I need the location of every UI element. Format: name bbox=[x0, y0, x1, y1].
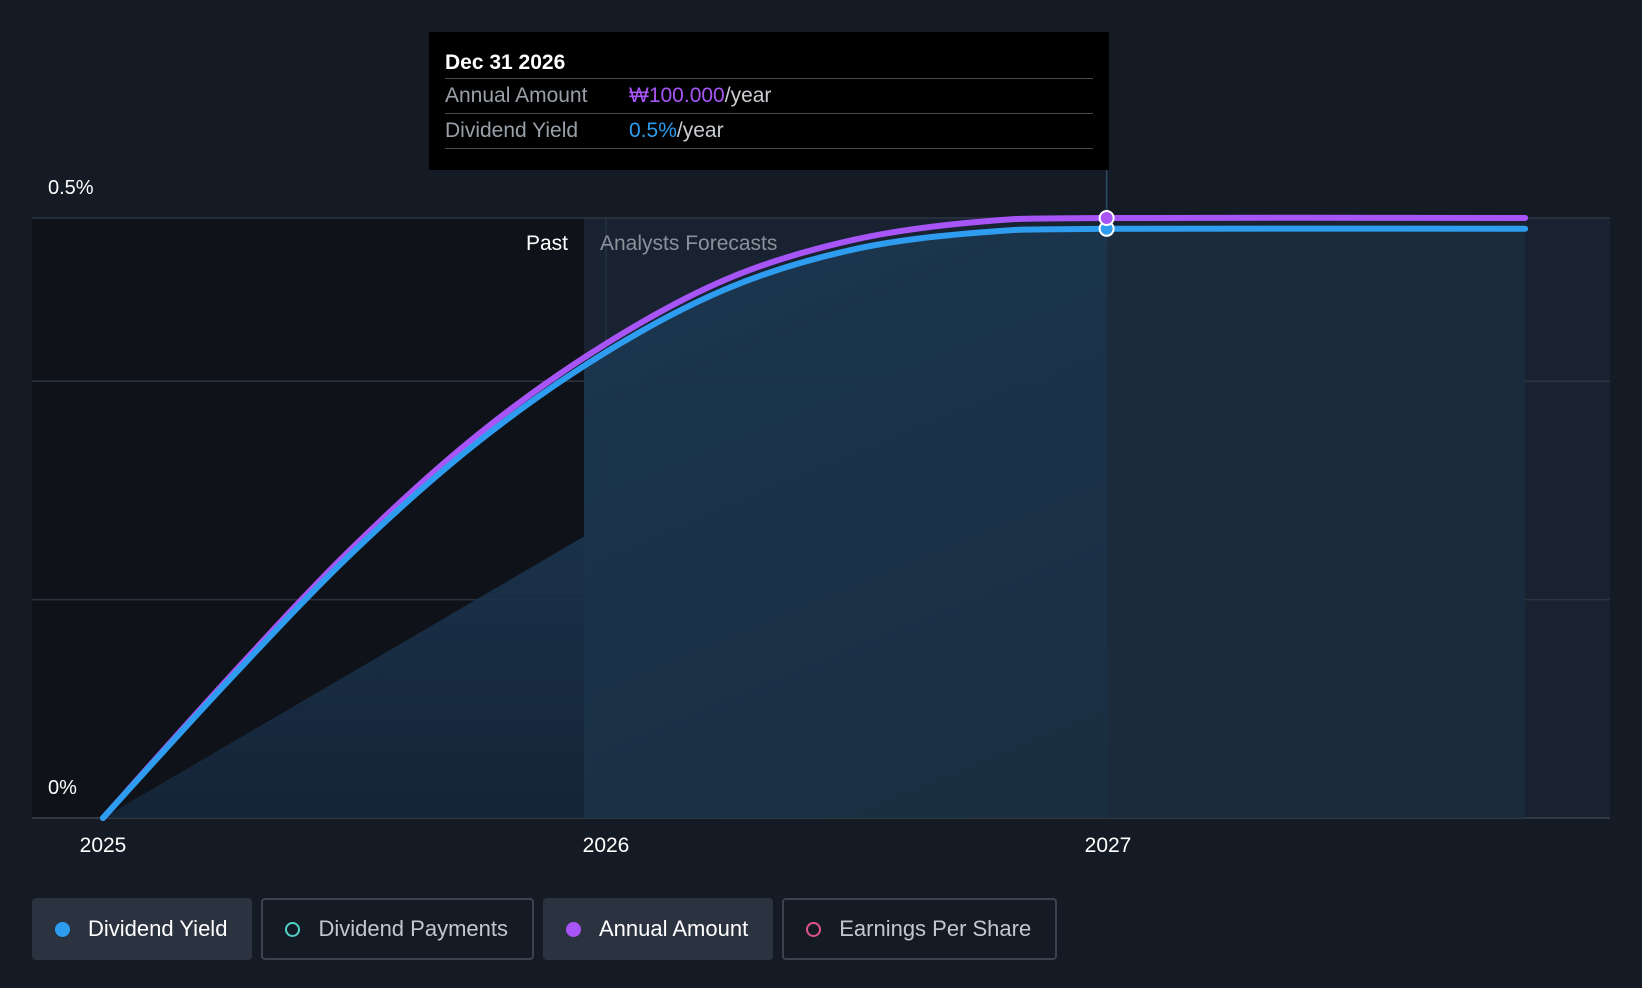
tooltip-date: Dec 31 2026 bbox=[445, 48, 1093, 79]
earnings-per-share-ring-icon bbox=[806, 921, 822, 937]
legend-label: Dividend Payments bbox=[318, 916, 508, 941]
annual-amount-marker bbox=[1098, 210, 1115, 226]
analysts-forecasts-label: Analysts Forecasts bbox=[600, 232, 777, 255]
legend-item-dividend-payments[interactable]: Dividend Payments bbox=[261, 898, 534, 960]
x-tick-label: 2027 bbox=[1085, 834, 1132, 857]
legend-label: Annual Amount bbox=[598, 916, 749, 941]
tooltip-row-annual-amount: Annual Amount ₩100.000 /year bbox=[445, 79, 1093, 114]
dividend-yield-dot-icon bbox=[55, 921, 70, 937]
tooltip-annual-amount-unit: /year bbox=[724, 84, 772, 107]
dividend-payments-ring-icon bbox=[285, 921, 301, 937]
dividend-chart-panel: 0.5% 0% 2025 2026 2027 Past Analysts Forecasts… bbox=[0, 0, 1642, 988]
annual-amount-dot-icon bbox=[565, 921, 581, 937]
x-tick-label: 2025 bbox=[80, 834, 127, 857]
tooltip-dividend-yield-value: 0.5% bbox=[629, 119, 677, 142]
y-tick-label: 0.5% bbox=[48, 177, 94, 199]
legend-label: Dividend Yield bbox=[88, 916, 228, 941]
legend-label: Earnings Per Share bbox=[839, 916, 1032, 941]
legend-item-annual-amount[interactable]: Annual Amount bbox=[542, 898, 774, 960]
tooltip: Dec 31 2026 Annual Amount ₩100.000 /year… bbox=[429, 32, 1109, 170]
tooltip-dividend-yield-unit: /year bbox=[676, 119, 724, 142]
y-tick-label: 0% bbox=[48, 777, 77, 799]
legend: Dividend Yield Dividend Payments Annual … bbox=[32, 898, 1058, 960]
tooltip-row-dividend-yield: Dividend Yield 0.5% /year bbox=[445, 114, 1093, 149]
tooltip-annual-amount-value: ₩100.000 bbox=[629, 84, 725, 107]
tooltip-annual-amount-label: Annual Amount bbox=[445, 84, 588, 107]
past-label: Past bbox=[526, 232, 568, 255]
legend-item-dividend-yield[interactable]: Dividend Yield bbox=[32, 898, 253, 960]
legend-item-earnings-per-share[interactable]: Earnings Per Share bbox=[782, 898, 1058, 960]
tooltip-dividend-yield-label: Dividend Yield bbox=[445, 119, 579, 142]
x-tick-label: 2026 bbox=[583, 834, 630, 857]
